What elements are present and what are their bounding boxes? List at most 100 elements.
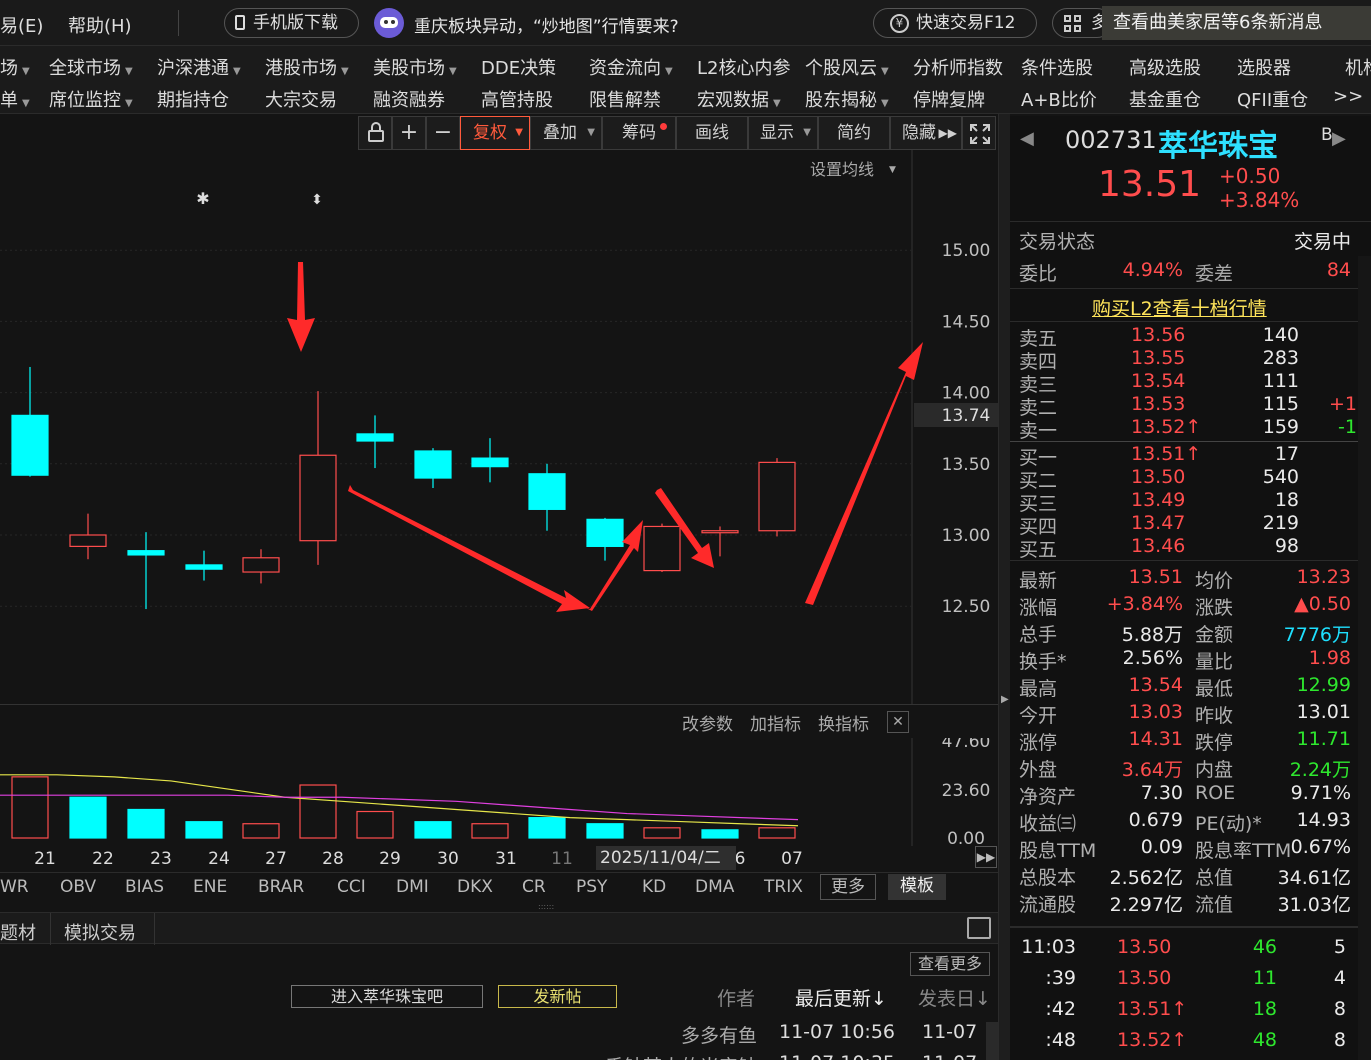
nav-item[interactable]: >> — [1333, 86, 1363, 107]
switch-indicator-button[interactable]: 换指标 — [818, 710, 869, 735]
hide-button[interactable]: 隐藏 ▶▶ — [890, 116, 962, 150]
indicator-tab[interactable]: DKX — [457, 877, 493, 897]
ask-row[interactable]: 卖二 13.53 115 +1 — [1010, 393, 1371, 419]
nav-item[interactable]: 港股市场 ▼ — [265, 54, 349, 80]
indicator-tab[interactable]: CR — [522, 877, 546, 897]
col-author[interactable]: 作者 — [717, 984, 755, 1011]
nav-item[interactable]: 融资融券 — [373, 86, 445, 112]
indicator-tab[interactable]: PSY — [576, 877, 607, 897]
indicator-chart[interactable]: 47.60 23.60 0.00 — [0, 738, 998, 846]
tick-price: 13.50 — [1117, 936, 1172, 958]
draw-line-button[interactable]: 画线 — [676, 116, 748, 150]
indicator-tab[interactable]: CCI — [337, 877, 366, 897]
indicator-tab[interactable]: DMI — [396, 877, 429, 897]
notice-banner[interactable]: 查看曲美家居等6条新消息 — [1102, 6, 1371, 40]
nav-item[interactable]: 个股风云 ▼ — [805, 54, 889, 80]
nav-item[interactable]: 席位监控 ▼ — [49, 86, 133, 112]
nav-item[interactable]: 场 ▼ — [0, 54, 30, 80]
next-stock-icon[interactable]: ▶ — [1332, 128, 1346, 149]
bid-row[interactable]: 买二 13.50 540 — [1010, 466, 1371, 492]
tick-volume: 18 — [1252, 998, 1277, 1020]
nav-item[interactable]: 单 ▼ — [0, 86, 30, 112]
panel-splitter[interactable]: ▶ — [998, 114, 1010, 1060]
nav-item[interactable]: 全球市场 ▼ — [49, 54, 133, 80]
col-last-update[interactable]: 最后更新↓ — [795, 984, 887, 1011]
forum-row[interactable]: 多多有鱼 11-07 10:56 11-07 — [0, 1012, 985, 1047]
double-arrow-right-icon[interactable]: ▶▶ — [975, 846, 997, 868]
close-icon[interactable]: ✕ — [887, 711, 909, 733]
zoom-in-button[interactable]: + — [392, 116, 426, 150]
fullscreen-button[interactable] — [962, 116, 996, 150]
chips-button[interactable]: 筹码 — [602, 116, 676, 150]
zoom-out-button[interactable]: − — [426, 116, 460, 150]
new-post-button[interactable]: 发新帖 — [498, 985, 617, 1008]
buy-l2-link[interactable]: 购买L2查看十档行情 — [1092, 294, 1267, 321]
drag-handle-icon[interactable]: :::::: — [538, 903, 556, 911]
bid-row[interactable]: 买三 13.49 18 — [1010, 489, 1371, 515]
nav-item[interactable]: 沪深港通 ▼ — [157, 54, 241, 80]
nav-item[interactable]: 选股器 — [1237, 54, 1291, 80]
nav-item[interactable]: 机构 — [1345, 54, 1371, 80]
menu-help[interactable]: 帮助(H) — [68, 12, 132, 38]
candlestick-chart[interactable]: 15.00 14.50 14.00 13.50 13.00 12.50 ✱ ⬍ 13.74… — [0, 150, 998, 705]
view-more-button[interactable]: 查看更多 — [910, 952, 990, 976]
indicator-tab[interactable]: WR — [0, 877, 29, 897]
nav-item[interactable]: 美股市场 ▼ — [373, 54, 457, 80]
indicator-tab[interactable]: KD — [642, 877, 666, 897]
nav-item[interactable]: 限售解禁 — [589, 86, 661, 112]
quick-trade-button[interactable]: ¥ 快速交易F12 — [873, 8, 1037, 38]
mobile-download-button[interactable]: 手机版下载 — [224, 8, 359, 38]
ask-row[interactable]: 卖一 13.52↑ 159 -1 — [1010, 416, 1371, 442]
modify-params-button[interactable]: 改参数 — [682, 710, 733, 735]
ask-row[interactable]: 卖四 13.55 283 — [1010, 347, 1371, 373]
nav-item[interactable]: 资金流向 ▼ — [589, 54, 673, 80]
overlay-dropdown[interactable]: 叠加 ▼ — [530, 116, 602, 150]
nav-item[interactable]: 宏观数据 ▼ — [697, 86, 781, 112]
indicator-tab[interactable]: DMA — [695, 877, 734, 897]
nav-item[interactable]: 大宗交易 — [265, 86, 337, 112]
nav-item[interactable]: 高级选股 — [1129, 54, 1201, 80]
nav-item[interactable]: DDE决策 — [481, 54, 556, 80]
nav-item[interactable]: QFII重仓 — [1237, 86, 1308, 112]
bid-row[interactable]: 买五 13.46 98 — [1010, 535, 1371, 561]
add-indicator-button[interactable]: 加指标 — [750, 710, 801, 735]
simple-mode-button[interactable]: 简约 — [818, 116, 890, 150]
indicator-tab[interactable]: TRIX — [764, 877, 803, 897]
fuquan-dropdown[interactable]: 复权 ▼ — [460, 116, 530, 150]
nav-item[interactable]: 条件选股 — [1021, 54, 1093, 80]
nav-item[interactable]: A+B比价 — [1021, 86, 1097, 112]
candle[interactable] — [643, 523, 681, 573]
lock-button[interactable] — [358, 116, 392, 150]
candle[interactable] — [758, 458, 796, 537]
window-restore-icon[interactable] — [967, 917, 991, 939]
news-ticker-link[interactable]: 重庆板块异动，“炒地图”行情要来? — [414, 12, 679, 37]
forum-row[interactable]: 舌钟某人的米实钟 11-07 10:35 11-07 — [0, 1044, 985, 1060]
more-indicators-button[interactable]: 更多 — [820, 874, 876, 900]
nav-item[interactable]: 停牌复牌 — [913, 86, 985, 112]
set-ma-button[interactable]: 设置均线 — [810, 160, 874, 179]
collapse-arrow-icon[interactable]: ▶ — [1001, 694, 1009, 705]
nav-item[interactable]: 期指持仓 — [157, 86, 229, 112]
nav-item[interactable]: 高管持股 — [481, 86, 553, 112]
col-post-date[interactable]: 发表日↓ — [918, 984, 991, 1011]
ask-row[interactable]: 卖五 13.56 140 — [1010, 324, 1371, 350]
scrollbar[interactable] — [986, 1022, 998, 1060]
enter-forum-button[interactable]: 进入萃华珠宝吧 — [291, 985, 483, 1008]
display-dropdown[interactable]: 显示 ▼ — [748, 116, 818, 150]
nav-item[interactable]: L2核心内参 — [697, 54, 790, 80]
ask-row[interactable]: 卖三 13.54 111 — [1010, 370, 1371, 396]
tab-topics[interactable]: 题材 — [0, 919, 36, 945]
nav-item[interactable]: 股东揭秘 ▼ — [805, 86, 889, 112]
bid-row[interactable]: 买一 13.51↑ 17 — [1010, 443, 1371, 469]
indicator-tab[interactable]: BIAS — [125, 877, 164, 897]
bid-row[interactable]: 买四 13.47 219 — [1010, 512, 1371, 538]
prev-stock-icon[interactable]: ◀ — [1020, 128, 1034, 149]
tab-simulated-trading[interactable]: 模拟交易 — [64, 919, 136, 945]
nav-item[interactable]: 基金重仓 — [1129, 86, 1201, 112]
indicator-tab[interactable]: OBV — [60, 877, 96, 897]
menu-trade[interactable]: 易(E) — [0, 12, 43, 38]
indicator-tab[interactable]: ENE — [193, 877, 227, 897]
indicator-tab[interactable]: BRAR — [258, 877, 304, 897]
nav-item[interactable]: 分析师指数 — [913, 54, 1003, 80]
template-button[interactable]: 模板 — [888, 874, 946, 900]
